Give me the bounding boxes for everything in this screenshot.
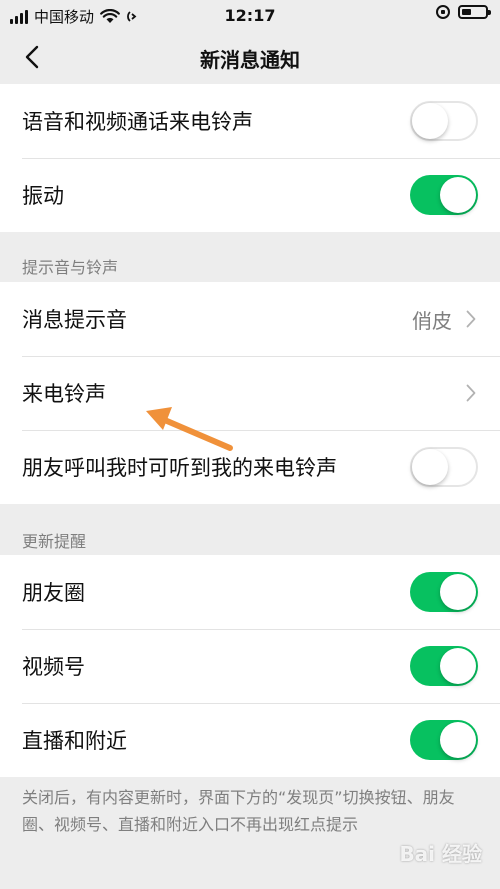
settings-row-incoming-ringtone[interactable]: 来电铃声 [0,356,500,430]
updates-group: 朋友圈 视频号 直播和附近 [0,555,500,777]
updates-footer-note: 关闭后，有内容更新时，界面下方的“发现页”切换按钮、朋友圈、视频号、直播和附近入… [22,788,455,834]
settings-row-message-tone[interactable]: 消息提示音 俏皮 [0,282,500,356]
row-label: 朋友呼叫我时可听到我的来电铃声 [22,456,337,480]
page-title: 新消息通知 [200,48,300,72]
vibrate-toggle[interactable] [410,175,478,215]
settings-row-call-ringtone: 语音和视频通话来电铃声 [0,84,500,158]
status-bar: 中国移动 12:17 [0,0,500,32]
settings-row-vibrate: 振动 [0,158,500,232]
row-label: 语音和视频通话来电铃声 [22,110,253,134]
chevron-right-icon [466,310,476,328]
nav-bar: 新消息通知 [0,32,500,82]
settings-row-channels: 视频号 [0,629,500,703]
chevron-right-icon [466,384,476,402]
row-label: 视频号 [22,655,85,679]
channels-toggle[interactable] [410,646,478,686]
moments-toggle[interactable] [410,572,478,612]
row-label: 朋友圈 [22,581,85,605]
friend-hear-ringtone-toggle[interactable] [410,447,478,487]
status-time: 12:17 [224,6,276,25]
settings-row-live-nearby: 直播和附近 [0,703,500,777]
battery-icon [458,5,491,19]
row-label: 消息提示音 [22,308,127,332]
row-value: 俏皮 [412,308,452,333]
call-settings-group: 语音和视频通话来电铃声 振动 [0,84,500,232]
settings-row-moments: 朋友圈 [0,555,500,629]
live-nearby-toggle[interactable] [410,720,478,760]
row-label: 直播和附近 [22,729,127,753]
rotation-lock-icon [436,5,450,19]
settings-row-friend-hear-ringtone: 朋友呼叫我时可听到我的来电铃声 [0,430,500,504]
status-right [436,5,491,19]
watermark-text: Bai 经验 [399,842,482,866]
row-label: 振动 [22,184,64,208]
baidu-watermark: Bai 经验 [399,838,482,867]
section-header-updates: 更新提醒 [22,532,87,551]
sounds-group: 消息提示音 俏皮 来电铃声 朋友呼叫我时可听到我的来电铃声 [0,282,500,504]
row-label: 来电铃声 [22,382,106,406]
call-ringtone-toggle[interactable] [410,101,478,141]
section-header-sounds: 提示音与铃声 [22,258,119,277]
